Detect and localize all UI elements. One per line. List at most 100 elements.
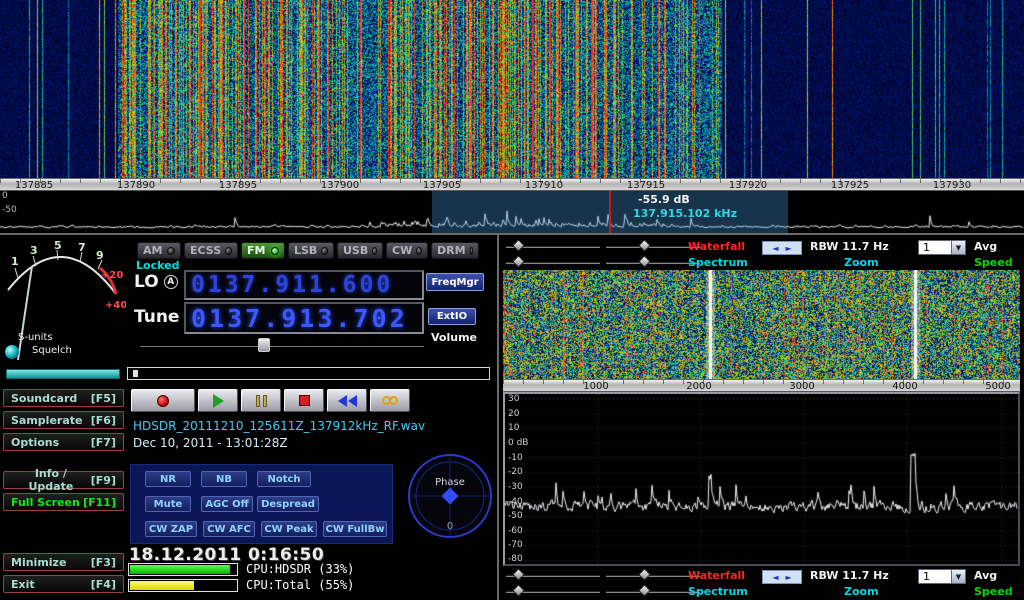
slider-thumb[interactable] (512, 568, 525, 581)
samplerate-button[interactable]: Samplerate [F6] (3, 411, 124, 429)
extio-button[interactable]: ExtIO (428, 308, 476, 325)
avg-select-value: 1 (919, 570, 951, 583)
meter-scale-number: 7 (78, 241, 86, 254)
left-arrow-icon[interactable]: ◄ (772, 573, 778, 582)
exit-button[interactable]: Exit [F4] (3, 575, 124, 593)
despread-button[interactable]: Despread (257, 496, 319, 512)
dropdown-arrow-icon[interactable]: ▼ (951, 241, 965, 254)
spectrum-brightness-slider[interactable] (506, 255, 600, 269)
freqmgr-button[interactable]: FreqMgr (426, 273, 484, 291)
main-frequency-scale[interactable]: 137885 137890 137895 137900 137905 13791… (0, 178, 1024, 191)
right-arrow-icon[interactable]: ► (786, 573, 792, 582)
slider-thumb[interactable] (638, 568, 651, 581)
tune-frequency-digits[interactable]: 0137.913.702 (191, 304, 408, 333)
spectrum-brightness-slider[interactable] (506, 584, 600, 598)
tune-frequency-display[interactable]: 0137.913.702 (184, 302, 424, 334)
waterfall-contrast-slider[interactable] (606, 568, 700, 582)
cw-fullbw-button[interactable]: CW FullBw (323, 521, 387, 537)
slider-thumb[interactable] (638, 239, 651, 252)
agc-button[interactable]: AGC Off (201, 496, 253, 512)
stop-button[interactable] (284, 389, 324, 412)
freq-scale-label: 3000 (782, 381, 822, 392)
slider-thumb[interactable] (512, 239, 525, 252)
audio-spectrum-display[interactable] (505, 394, 1018, 564)
freq-scale-label: 137890 (108, 180, 164, 191)
freq-scale-label: 137930 (924, 180, 980, 191)
avg-select[interactable]: 1 ▼ (918, 569, 966, 584)
db-scale-label: -40 (508, 497, 523, 507)
slider-thumb[interactable] (638, 584, 651, 597)
cpu-hdsdr-bar (128, 563, 238, 576)
freq-scale-label: 5000 (978, 381, 1018, 392)
horizontal-divider (0, 233, 1024, 235)
audio-frequency-scale[interactable]: 1000 2000 3000 4000 5000 (503, 379, 1020, 392)
zoom-slider[interactable] (606, 584, 700, 598)
cpu-total-row: CPU:Total (55%) (128, 578, 354, 592)
options-button[interactable]: Options [F7] (3, 433, 124, 451)
minimize-button[interactable]: Minimize [F3] (3, 553, 124, 571)
cw-zap-button[interactable]: CW ZAP (145, 521, 197, 537)
waterfall-brightness-slider[interactable] (506, 568, 600, 582)
mode-drm-button[interactable]: DRM (431, 242, 479, 259)
freq-scale-label: 1000 (576, 381, 616, 392)
record-icon (157, 395, 169, 407)
mode-cw-button[interactable]: CW (386, 242, 428, 259)
mute-button[interactable]: Mute (145, 496, 191, 512)
rbw-spinner[interactable]: ◄► (762, 570, 802, 584)
cpu-hdsdr-row: CPU:HDSDR (33%) (128, 562, 354, 576)
info-update-button[interactable]: Info / Update [F9] (3, 471, 124, 489)
avg-select[interactable]: 1 ▼ (918, 240, 966, 255)
slider-thumb[interactable] (512, 584, 525, 597)
soundcard-button[interactable]: Soundcard [F5] (3, 389, 124, 407)
dsp-panel: NR NB Notch Mute AGC Off Despread CW ZAP… (130, 464, 393, 544)
tuning-track-thumb[interactable] (133, 370, 138, 377)
right-arrow-icon[interactable]: ► (786, 244, 792, 253)
nr-button[interactable]: NR (145, 471, 191, 487)
lo-frequency-display[interactable]: 0137.911.600 (184, 270, 424, 300)
volume-slider[interactable] (140, 338, 424, 352)
lo-frequency-digits[interactable]: 0137.911.600 (191, 272, 393, 298)
squelch-level-bar[interactable] (6, 369, 120, 379)
dropdown-arrow-icon[interactable]: ▼ (951, 570, 965, 583)
mode-led-icon (372, 247, 377, 255)
tuning-track[interactable] (127, 367, 490, 380)
pause-button[interactable] (241, 389, 281, 412)
rewind-button[interactable] (327, 389, 367, 412)
nb-button[interactable]: NB (201, 471, 247, 487)
loop-button[interactable] (370, 389, 410, 412)
spectrum-label: Spectrum (688, 256, 748, 269)
zoom-slider[interactable] (606, 255, 700, 269)
cw-afc-button[interactable]: CW AFC (203, 521, 255, 537)
button-label: Options (11, 436, 59, 449)
cw-peak-button[interactable]: CW Peak (261, 521, 317, 537)
notch-button[interactable]: Notch (257, 471, 311, 487)
lo-lock-badge-icon[interactable]: A (164, 275, 178, 289)
left-arrow-icon[interactable]: ◄ (772, 244, 778, 253)
mode-ecss-button[interactable]: ECSS (184, 242, 238, 259)
mode-lsb-button[interactable]: LSB (288, 242, 334, 259)
slider-thumb[interactable] (512, 255, 525, 268)
phase-indicator[interactable]: Phase 0 (406, 452, 494, 540)
play-button[interactable] (198, 389, 238, 412)
audio-waterfall-display[interactable] (503, 270, 1020, 379)
audio-spectrum-panel: 30 20 10 0 dB -10 -20 -30 -40 -50 -60 -7… (503, 392, 1020, 566)
waterfall-brightness-slider[interactable] (506, 239, 600, 253)
waterfall-contrast-slider[interactable] (606, 239, 700, 253)
squelch-knob[interactable] (5, 345, 19, 359)
meter-scale-number: 3 (30, 244, 38, 257)
slider-thumb[interactable] (638, 255, 651, 268)
fullscreen-button[interactable]: Full Screen [F11] (3, 493, 124, 511)
mode-am-button[interactable]: AM (137, 242, 181, 259)
mode-usb-button[interactable]: USB (337, 242, 383, 259)
freq-scale-label: 137900 (312, 180, 368, 191)
slider-thumb[interactable] (258, 338, 270, 352)
tune-cursor[interactable] (609, 191, 611, 233)
s-meter-gauge: 1 3 5 7 9 +20 +40 S-units Squelch (2, 238, 126, 366)
mode-led-icon (167, 247, 175, 255)
main-waterfall-display[interactable] (0, 0, 1024, 178)
rbw-spinner[interactable]: ◄► (762, 241, 802, 255)
mode-fm-button[interactable]: FM (241, 242, 285, 259)
meter-scale-number: 1 (11, 255, 19, 268)
record-button[interactable] (131, 389, 195, 412)
button-label: Minimize (11, 556, 66, 569)
